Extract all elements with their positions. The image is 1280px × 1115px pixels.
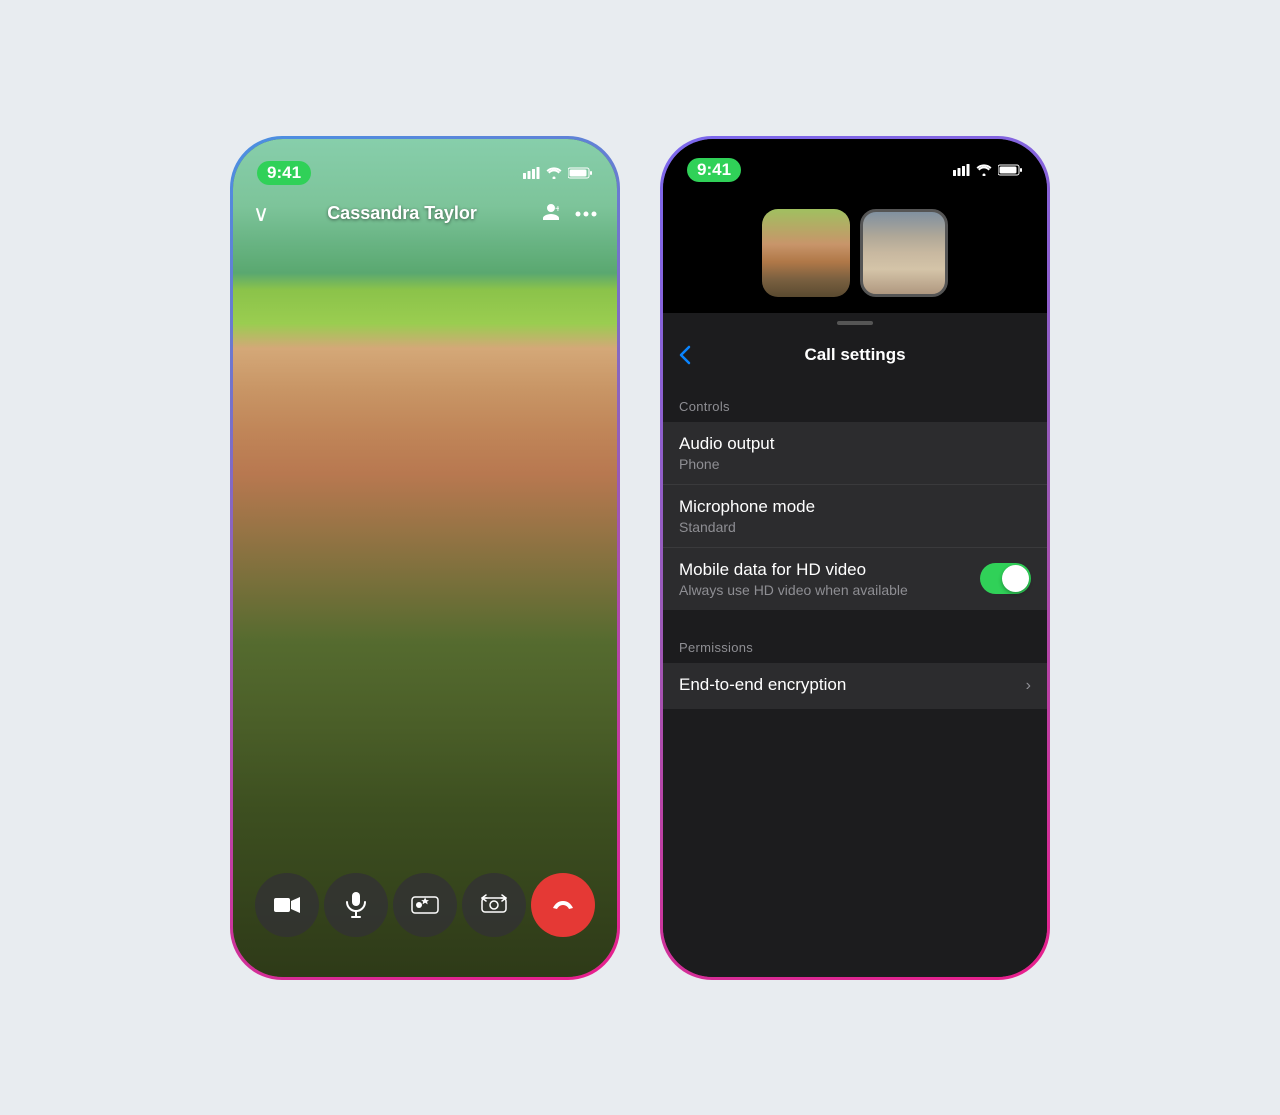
participants-area xyxy=(663,189,1047,313)
collapse-icon[interactable]: ∨ xyxy=(253,201,269,227)
more-options-icon[interactable] xyxy=(575,211,597,217)
microphone-mode-left: Microphone mode Standard xyxy=(679,497,1031,535)
status-bar-left: 9:41 xyxy=(233,139,617,193)
status-time-right: 9:41 xyxy=(687,158,741,182)
call-header-icons: + xyxy=(535,204,597,224)
back-chevron-icon xyxy=(679,345,691,365)
microphone-mode-row[interactable]: Microphone mode Standard xyxy=(663,485,1047,548)
hd-video-left: Mobile data for HD video Always use HD v… xyxy=(679,560,980,598)
audio-output-subtitle: Phone xyxy=(679,456,1031,472)
caller-video-feed xyxy=(233,139,617,977)
controls-group: Audio output Phone Microphone mode Stand… xyxy=(663,422,1047,610)
settings-title: Call settings xyxy=(804,345,905,365)
call-controls xyxy=(233,873,617,937)
video-icon xyxy=(274,896,300,914)
back-button[interactable] xyxy=(679,345,691,365)
participant-thumb-2[interactable] xyxy=(860,209,948,297)
call-header: ∨ Cassandra Taylor + xyxy=(233,193,617,235)
signal-icon xyxy=(523,167,540,179)
mic-button[interactable] xyxy=(324,873,388,937)
right-phone: 9:41 xyxy=(660,136,1050,980)
video-button[interactable] xyxy=(255,873,319,937)
left-phone: 9:41 xyxy=(230,136,620,980)
encryption-title: End-to-end encryption xyxy=(679,675,1026,695)
wifi-icon-right xyxy=(976,164,992,176)
audio-output-title: Audio output xyxy=(679,434,1031,454)
caller-name: Cassandra Taylor xyxy=(327,203,477,224)
status-icons-right xyxy=(953,164,1023,176)
encryption-chevron-icon: › xyxy=(1026,677,1031,695)
end-call-icon xyxy=(549,898,577,912)
add-person-icon[interactable]: + xyxy=(535,204,559,224)
battery-icon xyxy=(568,167,593,179)
toggle-knob xyxy=(1002,565,1029,592)
effects-button[interactable] xyxy=(393,873,457,937)
signal-icon-right xyxy=(953,164,970,176)
settings-screen: 9:41 xyxy=(663,139,1047,977)
battery-icon-right xyxy=(998,164,1023,176)
permissions-section-header: Permissions xyxy=(663,618,1047,663)
drag-handle xyxy=(837,321,873,325)
mic-icon xyxy=(346,892,366,918)
hd-video-subtitle: Always use HD video when available xyxy=(679,582,980,598)
participant-thumb-1[interactable] xyxy=(762,209,850,297)
settings-header: Call settings xyxy=(663,333,1047,377)
end-call-button[interactable] xyxy=(531,873,595,937)
hd-video-title: Mobile data for HD video xyxy=(679,560,980,580)
video-background: 9:41 xyxy=(233,139,617,977)
status-time-left: 9:41 xyxy=(257,161,311,185)
hd-video-row[interactable]: Mobile data for HD video Always use HD v… xyxy=(663,548,1047,610)
hd-video-toggle[interactable] xyxy=(980,563,1031,594)
svg-text:+: + xyxy=(555,204,559,215)
audio-output-left: Audio output Phone xyxy=(679,434,1031,472)
audio-output-row[interactable]: Audio output Phone xyxy=(663,422,1047,485)
controls-section-header: Controls xyxy=(663,377,1047,422)
settings-content: Controls Audio output Phone Microphone m… xyxy=(663,377,1047,977)
status-bar-right: 9:41 xyxy=(663,139,1047,189)
flip-camera-button[interactable] xyxy=(462,873,526,937)
permissions-group: End-to-end encryption › xyxy=(663,663,1047,709)
wifi-icon xyxy=(546,167,562,179)
status-icons-left xyxy=(523,167,593,179)
microphone-mode-title: Microphone mode xyxy=(679,497,1031,517)
encryption-left: End-to-end encryption xyxy=(679,675,1026,697)
flip-icon xyxy=(481,894,507,916)
encryption-row[interactable]: End-to-end encryption › xyxy=(663,663,1047,709)
effects-icon xyxy=(411,894,439,916)
microphone-mode-subtitle: Standard xyxy=(679,519,1031,535)
